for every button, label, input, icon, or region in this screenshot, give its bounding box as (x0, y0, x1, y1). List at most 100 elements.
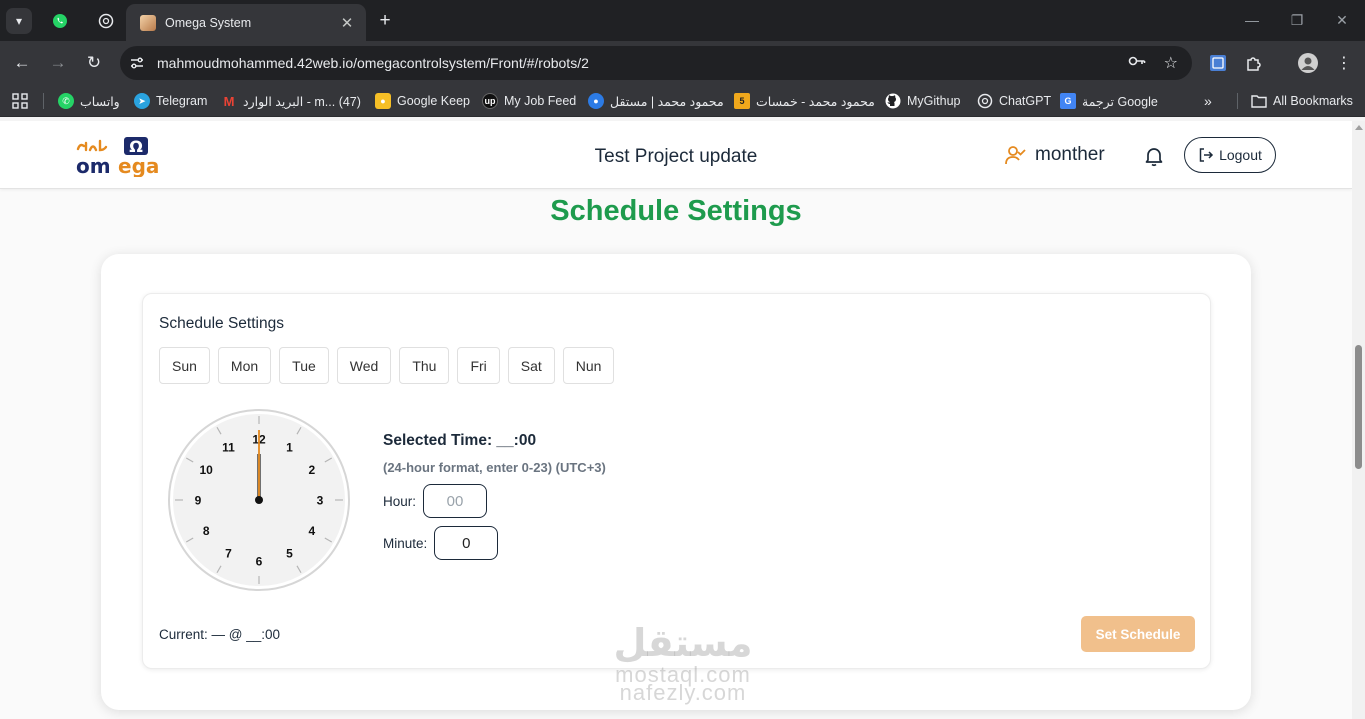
user-check-icon (1005, 146, 1026, 165)
schedule-outer-card: Schedule Settings Sun Mon Tue Wed Thu Fr… (101, 254, 1251, 710)
minute-label: Minute: (383, 535, 428, 551)
bookmark-google-keep[interactable]: ● Google Keep (375, 92, 470, 110)
clock-number[interactable]: 2 (308, 463, 315, 477)
day-button-sun[interactable]: Sun (159, 347, 210, 384)
day-button-mon[interactable]: Mon (217, 347, 272, 384)
day-button-tue[interactable]: Tue (279, 347, 329, 384)
restore-icon[interactable]: ❐ (1282, 8, 1312, 32)
pinned-tab-whatsapp[interactable] (46, 8, 74, 34)
clock-number[interactable]: 1 (286, 441, 293, 455)
day-button-nun[interactable]: Nun (562, 347, 615, 384)
app-header: Ω om ega Test Project update monther Log… (0, 121, 1352, 189)
bookmark-khamsat[interactable]: 5 محمود محمد - خمسات (734, 92, 875, 110)
all-bookmarks[interactable]: All Bookmarks (1251, 92, 1353, 110)
clock-number[interactable]: 6 (256, 555, 263, 569)
omega-favicon-icon (140, 14, 156, 31)
bookmark-chatgpt[interactable]: ChatGPT (977, 92, 1051, 110)
set-schedule-button[interactable]: Set Schedule (1081, 616, 1195, 652)
notifications-bell-icon[interactable] (1143, 145, 1165, 172)
selected-time: Selected Time: __:00 (383, 432, 537, 449)
active-tab[interactable]: Omega System ✕ (126, 4, 366, 41)
bookmark-google-translate[interactable]: G ترجمة Google (1060, 92, 1158, 110)
upwork-icon: up (482, 93, 498, 109)
logout-label: Logout (1219, 147, 1262, 163)
extension-translate-icon[interactable] (1206, 51, 1230, 75)
logout-button[interactable]: Logout (1184, 137, 1276, 173)
clock-number[interactable]: 10 (199, 463, 213, 477)
pinned-tab-chatgpt[interactable] (92, 8, 120, 34)
day-button-fri[interactable]: Fri (457, 347, 500, 384)
telegram-icon: ➤ (134, 93, 150, 109)
new-tab-plus-icon[interactable]: + (372, 8, 398, 34)
bookmark-label: محمود محمد - خمسات (756, 94, 875, 109)
back-arrow-icon[interactable]: ← (8, 49, 36, 77)
window-close-icon[interactable]: ✕ (1327, 8, 1357, 32)
bookmark-label: MyGithup (907, 94, 961, 108)
whatsapp-icon (53, 14, 67, 28)
page-heading: Schedule Settings (550, 195, 802, 227)
clock-number[interactable]: 8 (203, 524, 210, 538)
page-viewport: Ω om ega Test Project update monther Log… (0, 121, 1352, 719)
clock-number[interactable]: 7 (225, 546, 232, 560)
bookmarks-divider (43, 93, 44, 109)
mostaql-icon: ● (588, 93, 604, 109)
bookmark-gmail[interactable]: M البريد الوارد - m... (47) (221, 92, 361, 110)
url-text: mahmoudmohammed.42web.io/omegacontrolsys… (157, 55, 589, 71)
address-bar[interactable]: mahmoudmohammed.42web.io/omegacontrolsys… (120, 46, 1192, 80)
clock-number[interactable]: 5 (286, 546, 293, 560)
close-tab-icon[interactable]: ✕ (338, 14, 356, 32)
bookmark-whatsapp[interactable]: ✆ واتساب (58, 92, 120, 110)
clock-number[interactable]: 11 (222, 441, 235, 455)
bookmark-label: Google Keep (397, 94, 470, 108)
day-button-thu[interactable]: Thu (399, 347, 450, 384)
chatgpt-icon (977, 93, 993, 109)
minute-input[interactable] (434, 526, 499, 560)
user-menu[interactable]: monther (1005, 144, 1105, 166)
clock-face[interactable]: 121234567891011 (167, 408, 351, 592)
extensions-puzzle-icon[interactable] (1242, 51, 1266, 75)
tab-search-chevron-icon[interactable]: ▾ (6, 8, 32, 34)
apps-grid-icon[interactable] (12, 92, 28, 110)
bookmark-label: محمود محمد | مستقل (610, 94, 724, 109)
clock-number[interactable]: 9 (195, 494, 202, 508)
hour-label: Hour: (383, 493, 417, 509)
github-icon (885, 93, 901, 109)
whatsapp-icon: ✆ (58, 93, 74, 109)
user-name: monther (1035, 144, 1105, 165)
schedule-card: Schedule Settings Sun Mon Tue Wed Thu Fr… (142, 293, 1211, 669)
profile-avatar[interactable] (1296, 51, 1320, 75)
bookmark-job-feed[interactable]: up My Job Feed (482, 92, 576, 110)
scrollbar-thumb[interactable] (1355, 345, 1362, 469)
forward-arrow-icon[interactable]: → (44, 49, 72, 77)
bookmarks-bar: ✆ واتساب ➤ Telegram M البريد الوارد - m.… (0, 84, 1365, 117)
bookmark-label: ChatGPT (999, 94, 1052, 108)
minute-field-row: Minute: (383, 526, 499, 560)
chatgpt-icon (98, 13, 114, 29)
bookmark-mostaql[interactable]: ● محمود محمد | مستقل (588, 92, 724, 110)
clock-number[interactable]: 3 (317, 494, 324, 508)
bookmark-github[interactable]: MyGithup (885, 92, 961, 110)
keep-bulb-icon: ● (375, 93, 391, 109)
bookmark-telegram[interactable]: ➤ Telegram (134, 92, 207, 110)
scroll-up-arrow-icon[interactable] (1355, 125, 1363, 130)
current-schedule: Current: — @ __:00 (159, 627, 281, 642)
bookmarks-overflow-icon[interactable]: » (1204, 92, 1212, 110)
bookmark-label: واتساب (80, 94, 120, 109)
site-info-icon[interactable] (120, 55, 154, 71)
reload-icon[interactable]: ↻ (80, 49, 108, 77)
khamsat-icon: 5 (734, 93, 750, 109)
bookmarks-divider (1237, 93, 1238, 109)
minimize-icon[interactable]: — (1237, 8, 1267, 32)
clock-number[interactable]: 4 (308, 524, 315, 538)
bookmark-label: البريد الوارد - m... (47) (243, 94, 361, 109)
day-button-sat[interactable]: Sat (507, 347, 555, 384)
hour-field-row: Hour: (383, 484, 488, 518)
hour-input[interactable] (423, 484, 488, 518)
browser-tab-bar: ▾ Omega System ✕ + — ❐ ✕ (0, 0, 1365, 41)
bookmark-label: ترجمة Google (1082, 94, 1158, 109)
browser-menu-icon[interactable]: ⋮ (1332, 51, 1356, 75)
bookmark-star-icon[interactable]: ☆ (1164, 53, 1178, 74)
page-scrollbar[interactable] (1352, 121, 1365, 719)
key-icon[interactable] (1128, 53, 1146, 74)
day-button-wed[interactable]: Wed (336, 347, 392, 384)
